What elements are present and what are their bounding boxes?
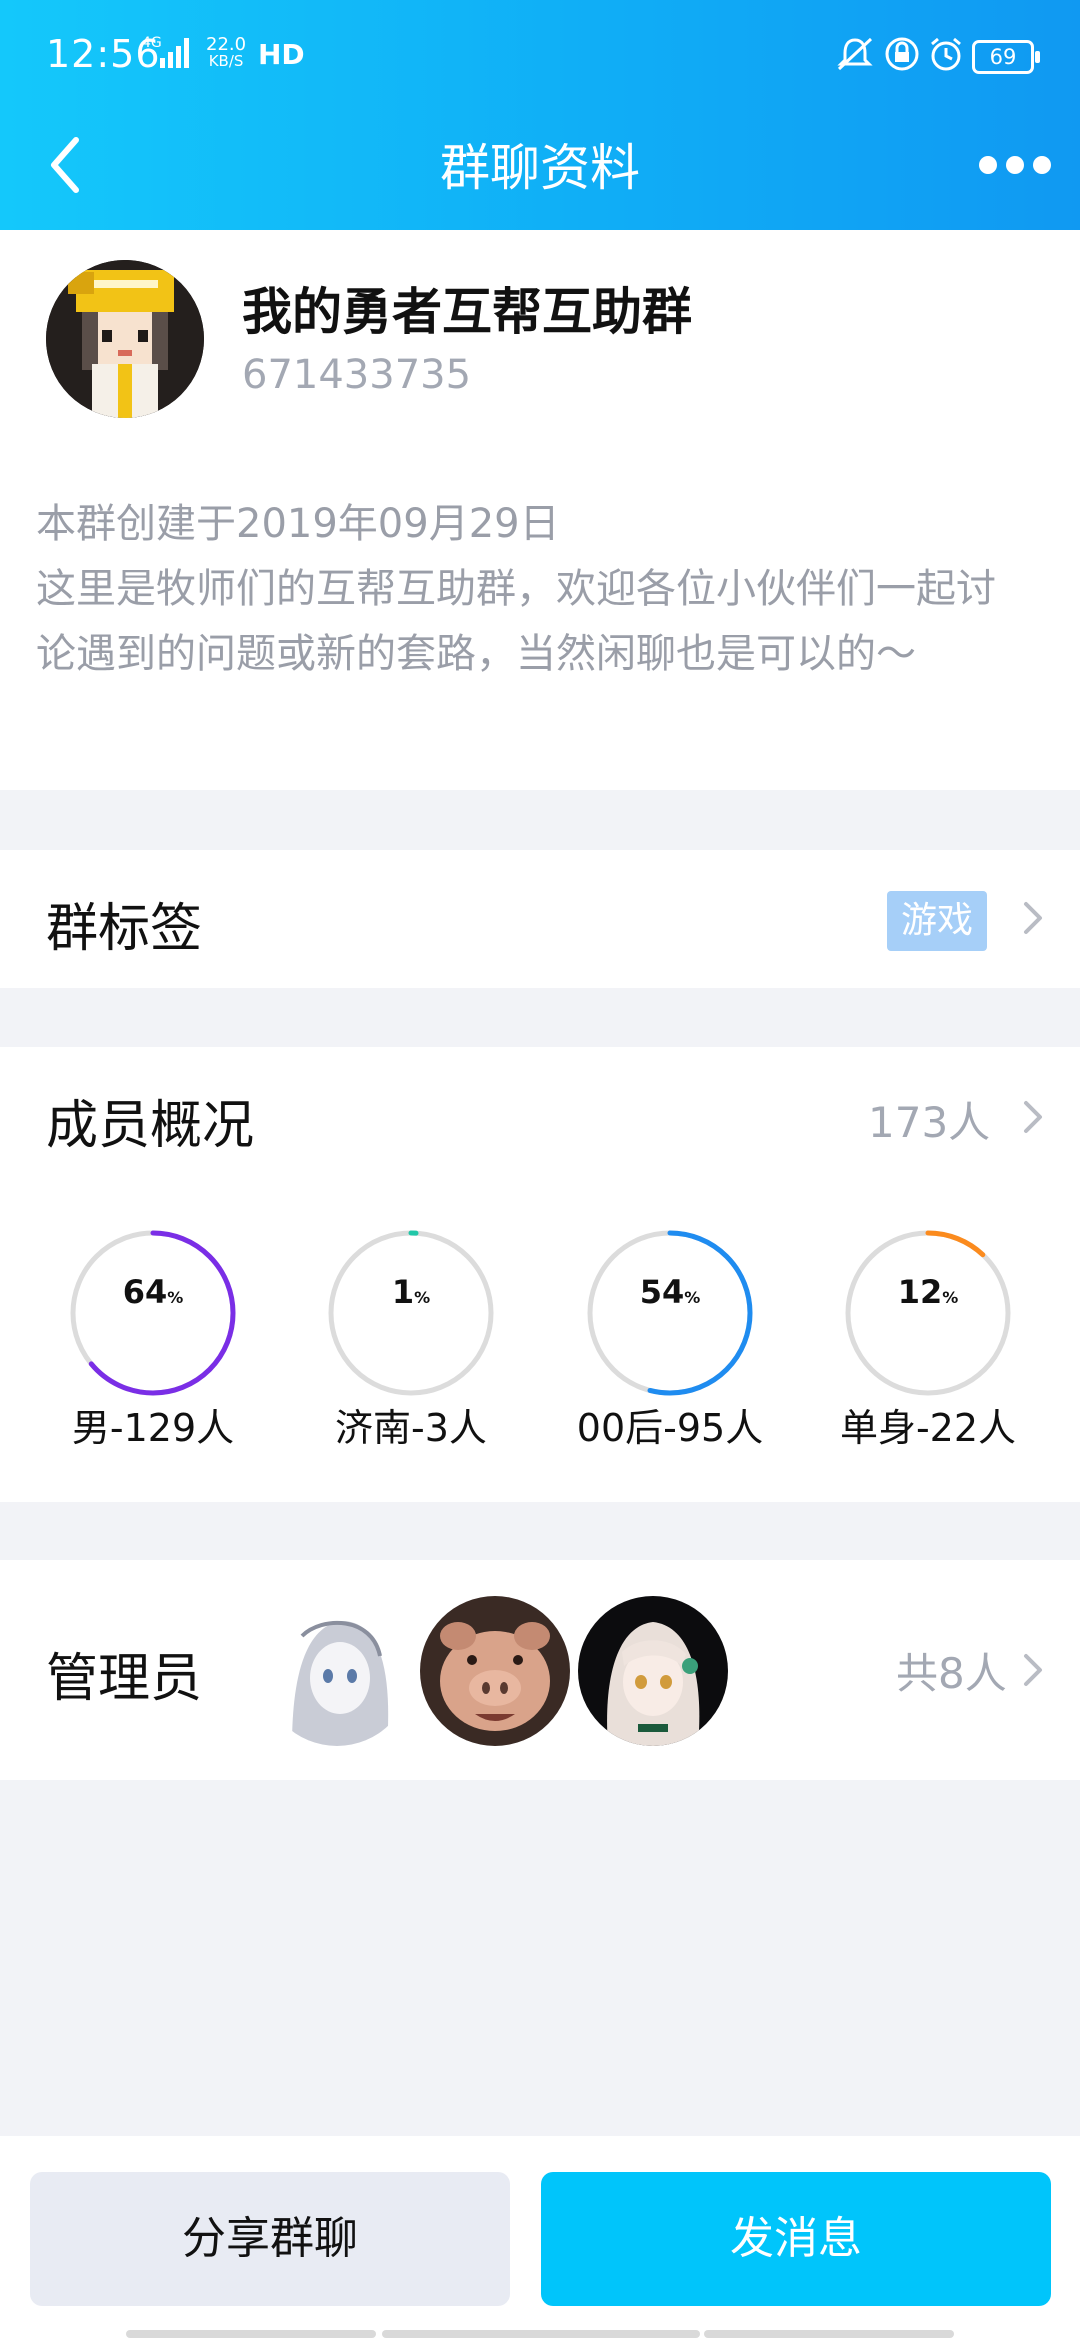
admins-label: 管理员 xyxy=(46,1649,203,1709)
network-type: 4G xyxy=(142,35,162,51)
pixel-priest-avatar-icon xyxy=(46,260,204,418)
stat-ring-icon xyxy=(845,1230,1011,1396)
anime-girl-avatar-icon xyxy=(578,1596,728,1746)
battery-level: 69 xyxy=(989,45,1017,69)
status-bar: 12:56 4G 22.0 KB/S HD 69 xyxy=(0,0,1080,110)
group-tags-row[interactable]: 群标签 游戏 xyxy=(0,850,1080,988)
alarm-icon xyxy=(931,37,961,71)
stat-percent-value: 12 xyxy=(897,1273,943,1311)
admin-avatar[interactable] xyxy=(262,1596,412,1746)
gesture-bar xyxy=(382,2330,700,2338)
stat-ring-icon xyxy=(70,1230,236,1396)
signal-icon xyxy=(160,38,189,68)
stat-ring-icon xyxy=(587,1230,753,1396)
battery-indicator: 69 xyxy=(972,40,1040,74)
more-button[interactable] xyxy=(970,140,1060,190)
more-dots-icon xyxy=(979,156,1051,174)
stat-percent-unit: % xyxy=(414,1288,431,1307)
admin-avatar[interactable] xyxy=(578,1596,728,1746)
bottom-action-bar: 分享群聊 发消息 xyxy=(0,2136,1080,2340)
stat-label: 单身-22人 xyxy=(839,1406,1017,1450)
admin-avatar[interactable] xyxy=(420,1596,570,1746)
app-header: 12:56 4G 22.0 KB/S HD 69 群聊资料 xyxy=(0,0,1080,230)
stat-percent-value: 64 xyxy=(122,1273,168,1311)
stat-percent: 1% xyxy=(311,1273,511,1311)
stat-percent-value: 1 xyxy=(391,1273,415,1311)
members-label: 成员概况 xyxy=(46,1096,255,1156)
members-overview-card: 成员概况 173人 64% 男-129人 1% 济南-3人 54% 00后-95人 12% 单… xyxy=(0,1047,1080,1502)
stat-percent-unit: % xyxy=(167,1288,184,1307)
member-count: 173人 xyxy=(868,1098,991,1147)
chevron-right-icon xyxy=(1024,1101,1042,1133)
speed-indicator: 22.0 KB/S xyxy=(206,36,246,70)
group-name: 我的勇者互帮互助群 xyxy=(242,283,692,341)
vibrate-icon xyxy=(837,37,873,71)
stat-percent: 64% xyxy=(53,1273,253,1311)
hd-badge: HD xyxy=(258,38,305,71)
pig-avatar-icon xyxy=(420,1596,570,1746)
speed-value: 22.0 xyxy=(206,34,247,55)
gesture-bar xyxy=(704,2330,954,2338)
anime-sketch-avatar-icon xyxy=(262,1596,412,1746)
stat-ring-icon xyxy=(328,1230,494,1396)
stat-label: 济南-3人 xyxy=(335,1406,487,1450)
stat-percent: 54% xyxy=(570,1273,770,1311)
network-indicator: 4G xyxy=(142,34,162,52)
group-avatar[interactable] xyxy=(46,260,204,418)
page-title: 群聊资料 xyxy=(440,139,640,197)
group-description: 本群创建于2019年09月29日 这里是牧师们的互帮互助群，欢迎各位小伙伴们一起… xyxy=(36,501,996,677)
tag-chip: 游戏 xyxy=(887,891,987,951)
speed-unit: KB/S xyxy=(208,52,244,70)
chevron-right-icon xyxy=(1024,1654,1042,1686)
member-stat: 1% 济南-3人 xyxy=(311,1213,511,1453)
group-profile-card: 我的勇者互帮互助群 671433735 本群创建于2019年09月29日 这里是… xyxy=(0,230,1080,790)
stat-percent: 12% xyxy=(828,1273,1028,1311)
share-group-button[interactable]: 分享群聊 xyxy=(30,2172,510,2306)
gesture-bar xyxy=(126,2330,376,2338)
nav-bar: 群聊资料 xyxy=(0,110,1080,230)
member-stat: 12% 单身-22人 xyxy=(828,1213,1028,1453)
stat-label: 男-129人 xyxy=(71,1406,235,1450)
stat-percent-unit: % xyxy=(942,1288,959,1307)
lock-rotation-icon xyxy=(885,37,919,71)
member-stat: 64% 男-129人 xyxy=(53,1213,253,1453)
chevron-right-icon xyxy=(1024,902,1042,934)
stat-percent-value: 54 xyxy=(639,1273,685,1311)
admins-row[interactable]: 管理员 共8人 xyxy=(0,1560,1080,1780)
send-message-button[interactable]: 发消息 xyxy=(541,2172,1051,2306)
stat-label: 00后-95人 xyxy=(576,1406,764,1450)
tags-label: 群标签 xyxy=(46,899,203,959)
stat-percent-unit: % xyxy=(684,1288,701,1307)
group-id: 671433735 xyxy=(242,352,472,398)
admin-count: 共8人 xyxy=(896,1649,1007,1698)
member-stat: 54% 00后-95人 xyxy=(570,1213,770,1453)
